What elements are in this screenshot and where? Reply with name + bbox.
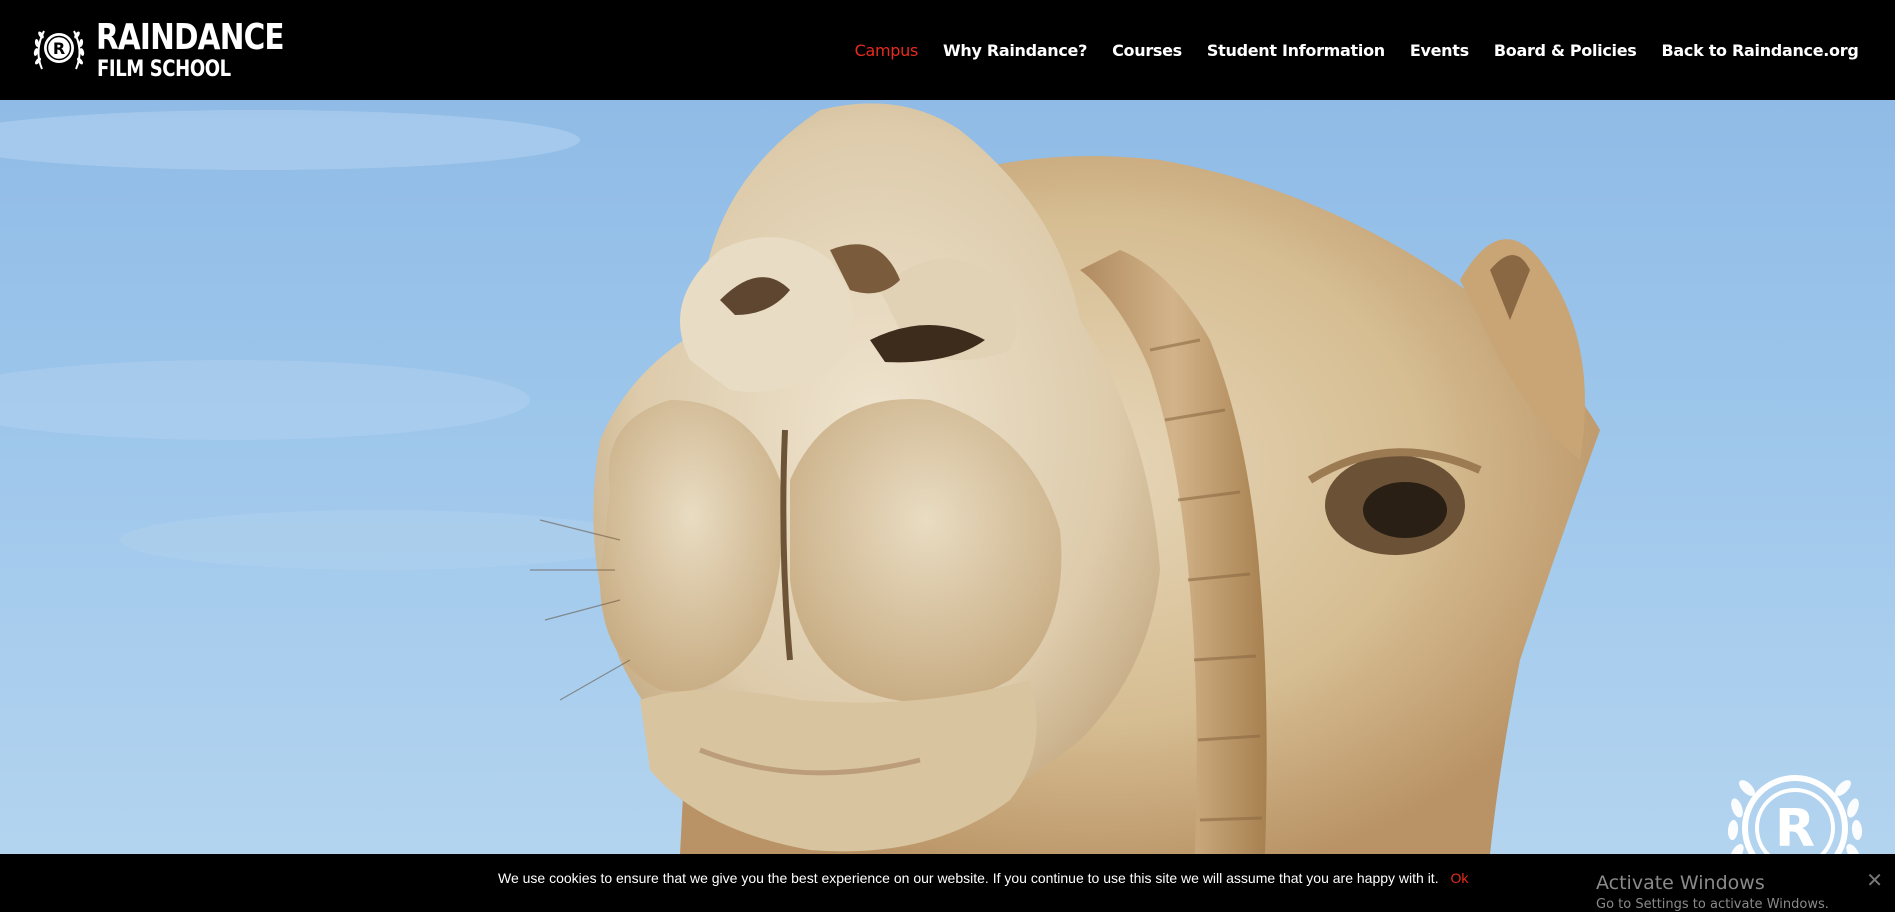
nav-item-events[interactable]: Events (1397, 41, 1481, 60)
activate-windows-title: Activate Windows (1596, 872, 1765, 894)
cookie-ok-button[interactable]: Ok (1450, 870, 1468, 886)
nav-item-student-information[interactable]: Student Information (1194, 41, 1397, 60)
site-logo[interactable]: R RAINDANCE FILM SCHOOL (30, 14, 285, 86)
logo-line-2: FILM SCHOOL (97, 56, 231, 82)
emblem-letter: R (53, 39, 65, 58)
close-icon[interactable]: ✕ (1866, 868, 1883, 892)
corner-laurel-emblem-icon: R (1717, 758, 1873, 854)
cookie-consent-bar: We use cookies to ensure that we give yo… (0, 854, 1895, 912)
nav-item-board-policies[interactable]: Board & Policies (1481, 41, 1649, 60)
site-header: R RAINDANCE FILM SCHOOL Campus Why Raind… (0, 0, 1895, 100)
corner-emblem-letter: R (1775, 799, 1815, 854)
logo-line-1: RAINDANCE (96, 16, 285, 58)
laurel-emblem-icon: R (30, 21, 88, 79)
nav-item-campus[interactable]: Campus (842, 41, 930, 60)
logo-wordmark: RAINDANCE FILM SCHOOL (96, 16, 325, 82)
hero-banner: R (0, 100, 1895, 854)
camel-photo (0, 100, 1895, 854)
main-nav: Campus Why Raindance? Courses Student In… (842, 0, 1871, 100)
cookie-message: We use cookies to ensure that we give yo… (498, 870, 1439, 886)
nav-item-courses[interactable]: Courses (1100, 41, 1195, 60)
nav-item-back-to-raindance[interactable]: Back to Raindance.org (1649, 41, 1871, 60)
cookie-message-container: We use cookies to ensure that we give yo… (498, 870, 1468, 886)
windows-activation-watermark: Activate Windows Go to Settings to activ… (1596, 872, 1829, 912)
nav-item-why-raindance[interactable]: Why Raindance? (931, 41, 1100, 60)
